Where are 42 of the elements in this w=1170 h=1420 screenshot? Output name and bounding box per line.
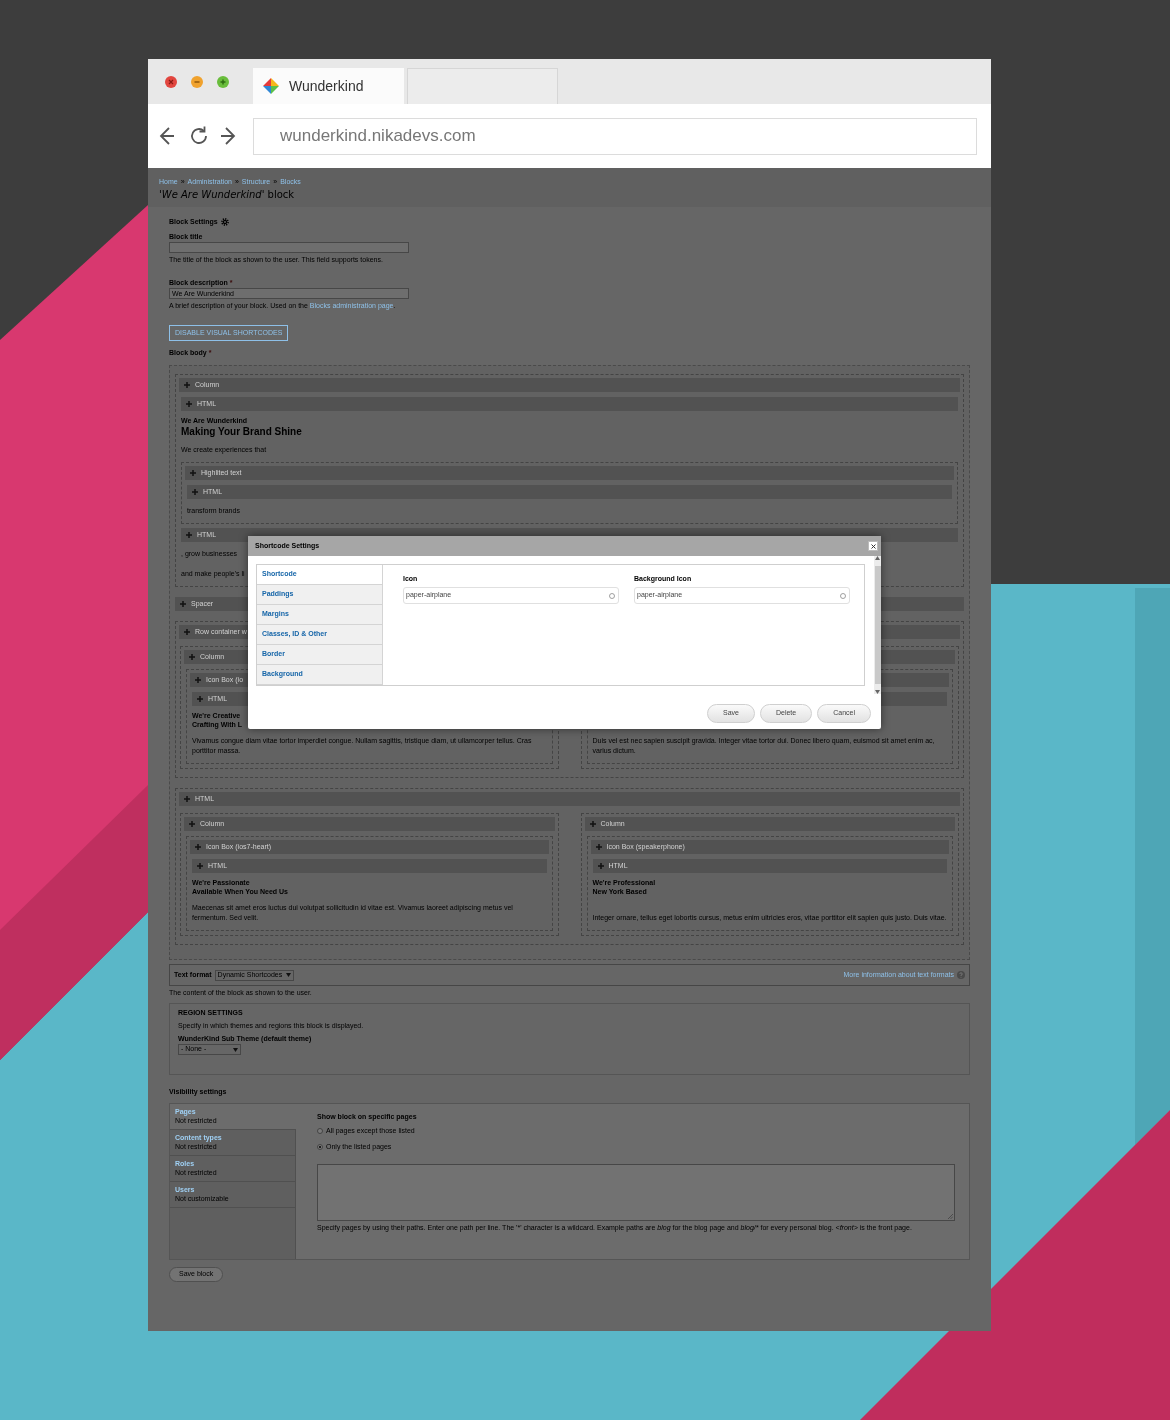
plus-icon <box>195 844 201 850</box>
circle-icon <box>840 592 846 599</box>
block-headline: Making Your Brand Shine <box>181 426 302 438</box>
circle-icon <box>609 592 615 599</box>
back-icon[interactable] <box>159 126 175 146</box>
browser-tab[interactable]: Wunderkind <box>253 68 404 104</box>
plus-icon <box>589 821 596 827</box>
resize-handle-icon[interactable] <box>948 1214 953 1219</box>
text-field[interactable] <box>169 242 409 253</box>
reload-icon[interactable] <box>188 125 210 147</box>
plus-icon <box>180 601 186 607</box>
logo-icon <box>263 78 279 94</box>
close-button[interactable] <box>868 541 878 551</box>
scroll-down-icon[interactable] <box>875 690 880 694</box>
plus-icon <box>192 489 198 495</box>
radio-button[interactable] <box>317 1128 323 1135</box>
plus-icon <box>195 677 201 683</box>
plus-icon <box>186 532 192 538</box>
gear-icon[interactable] <box>220 217 229 226</box>
tab-title: Wunderkind <box>289 76 364 96</box>
page-title: 'We Are Wunderkind' block <box>159 189 296 201</box>
plus-icon <box>184 629 190 635</box>
caret-icon <box>286 973 292 977</box>
minimize-icon[interactable] <box>191 75 203 88</box>
forward-icon[interactable] <box>220 126 236 146</box>
caret-icon <box>233 1047 238 1052</box>
close-icon[interactable] <box>165 75 177 88</box>
close-icon <box>870 543 876 549</box>
plus-icon <box>595 844 602 850</box>
plus-icon <box>189 821 195 827</box>
plus-icon <box>184 382 190 388</box>
plus-icon <box>186 401 192 407</box>
address-field[interactable]: wunderkind.nikadevs.com <box>253 117 977 155</box>
maximize-icon[interactable] <box>217 75 229 88</box>
plus-icon <box>197 696 203 702</box>
radio-button[interactable] <box>317 1143 323 1150</box>
pages-textarea[interactable] <box>317 1164 955 1221</box>
plus-icon <box>597 863 604 869</box>
plus-icon <box>184 796 190 802</box>
plus-icon <box>190 470 196 476</box>
plus-icon <box>189 654 195 660</box>
plus-icon <box>197 863 203 869</box>
